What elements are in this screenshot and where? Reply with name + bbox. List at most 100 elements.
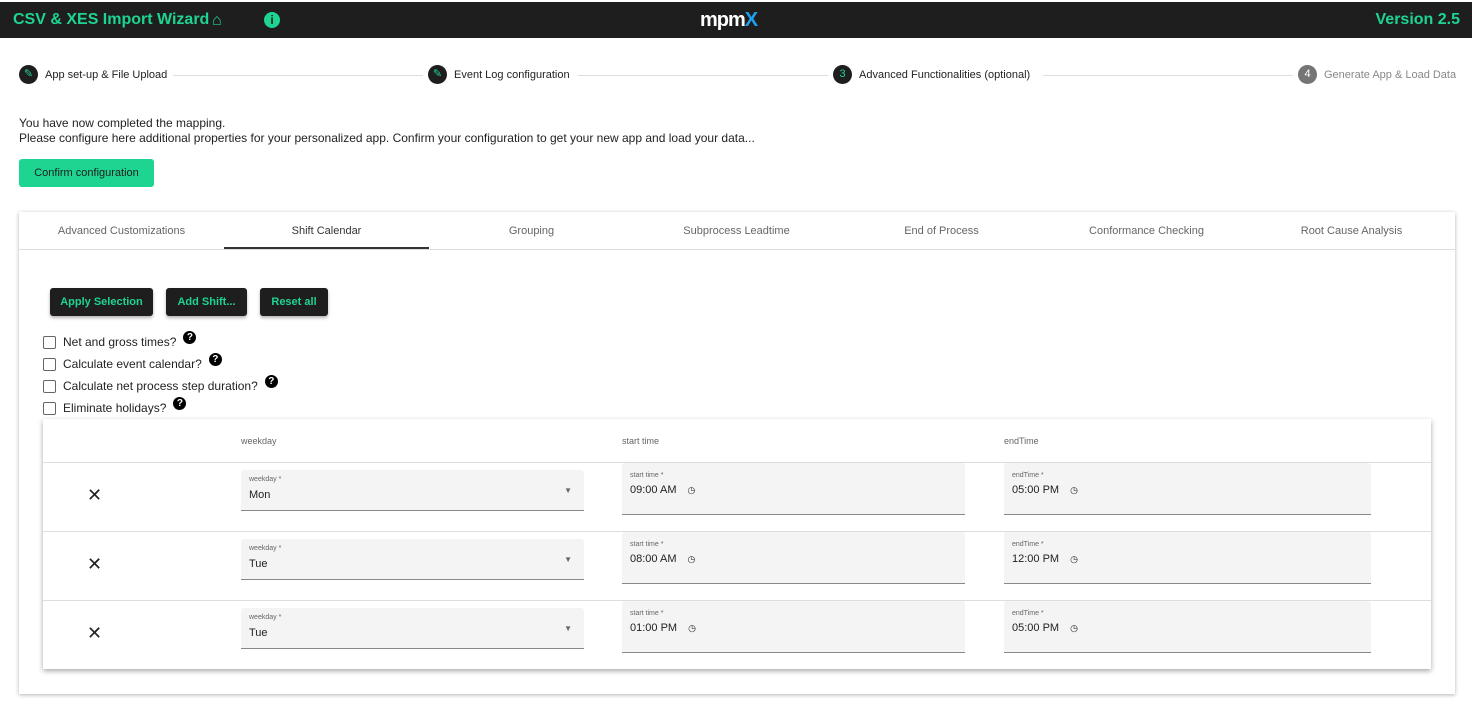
checkbox[interactable] — [43, 335, 56, 349]
clock-icon[interactable]: ◷ — [1070, 623, 1078, 633]
field-label: endTime * — [1012, 610, 1044, 617]
weekday-select[interactable]: weekday * Tue ▼ — [241, 608, 584, 649]
clock-icon[interactable]: ◷ — [1070, 485, 1078, 495]
help-icon[interactable]: ? — [173, 396, 187, 410]
logo: mpmX — [700, 9, 758, 31]
field-value: Mon — [249, 489, 271, 501]
column-header-start-time: start time — [622, 436, 660, 446]
time-value: 08:00 AM — [630, 553, 677, 565]
end-time-input[interactable]: endTime * 12:00 PM ◷ — [1004, 532, 1371, 584]
option-label: Calculate net process step duration? — [63, 379, 258, 393]
field-label: start time * — [630, 472, 664, 479]
field-label: weekday * — [249, 614, 282, 621]
tab-bar: Advanced Customizations Shift Calendar G… — [19, 212, 1455, 250]
step-4[interactable]: 4 Generate App & Load Data — [1298, 65, 1456, 84]
step-1[interactable]: ✎ App set-up & File Upload — [19, 65, 167, 84]
field-label: weekday * — [249, 476, 282, 483]
message-line: Please configure here additional propert… — [19, 131, 755, 145]
info-icon[interactable]: i — [264, 12, 280, 28]
option-event-calendar[interactable]: Calculate event calendar?? — [43, 352, 222, 371]
tab-root-cause-analysis[interactable]: Root Cause Analysis — [1249, 212, 1454, 249]
step-label: App set-up & File Upload — [45, 68, 168, 81]
clock-icon[interactable]: ◷ — [688, 554, 696, 564]
clock-icon[interactable]: ◷ — [1070, 554, 1078, 564]
close-icon[interactable]: ✕ — [87, 623, 102, 644]
field-value: Tue — [249, 627, 268, 639]
field-label: start time * — [630, 610, 664, 617]
field-label: endTime * — [1012, 472, 1044, 479]
step-3[interactable]: 3 Advanced Functionalities (optional) — [833, 65, 1030, 84]
tab-advanced-customizations[interactable]: Advanced Customizations — [19, 212, 224, 249]
field-value: Tue — [249, 558, 268, 570]
table-row: ✕ weekday * Tue ▼ start time * 01:00 PM ◷ e… — [43, 600, 1431, 669]
field-value: 12:00 PM ◷ — [1012, 553, 1078, 565]
field-label: endTime * — [1012, 541, 1044, 548]
stepper-divider — [173, 75, 423, 76]
instructions: You have now completed the mapping. Pleas… — [19, 116, 755, 146]
help-icon[interactable]: ? — [208, 352, 222, 366]
clock-icon[interactable]: ◷ — [688, 623, 696, 633]
option-eliminate-holidays[interactable]: Eliminate holidays?? — [43, 396, 187, 415]
step-number: 3 — [833, 65, 852, 84]
dropdown-arrow-icon: ▼ — [564, 624, 572, 633]
field-value: 05:00 PM ◷ — [1012, 622, 1078, 634]
table-row: ✕ weekday * Tue ▼ start time * 08:00 AM ◷ e… — [43, 531, 1431, 600]
pencil-icon: ✎ — [428, 65, 447, 84]
reset-all-button[interactable]: Reset all — [260, 288, 328, 316]
tab-conformance-checking[interactable]: Conformance Checking — [1044, 212, 1249, 249]
apply-selection-button[interactable]: Apply Selection — [50, 288, 153, 316]
app-title: CSV & XES Import Wizard — [13, 11, 210, 28]
confirm-configuration-button[interactable]: Confirm configuration — [19, 159, 154, 187]
start-time-input[interactable]: start time * 01:00 PM ◷ — [622, 601, 965, 653]
step-2[interactable]: ✎ Event Log configuration — [428, 65, 570, 84]
time-value: 01:00 PM — [630, 622, 678, 634]
option-net-gross[interactable]: Net and gross times?? — [43, 330, 197, 349]
time-value: 05:00 PM — [1012, 484, 1060, 496]
field-value: 09:00 AM ◷ — [630, 484, 695, 496]
dropdown-arrow-icon: ▼ — [564, 486, 572, 495]
step-label: Advanced Functionalities (optional) — [859, 68, 1031, 81]
field-value: 08:00 AM ◷ — [630, 553, 695, 565]
field-value: 05:00 PM ◷ — [1012, 484, 1078, 496]
start-time-input[interactable]: start time * 09:00 AM ◷ — [622, 463, 965, 515]
checkbox[interactable] — [43, 357, 56, 371]
help-icon[interactable]: ? — [264, 374, 278, 388]
checkbox[interactable] — [43, 379, 56, 393]
field-value: 01:00 PM ◷ — [630, 622, 696, 634]
column-header-end-time: endTime — [1004, 436, 1039, 446]
checkbox[interactable] — [43, 401, 56, 415]
close-icon[interactable]: ✕ — [87, 554, 102, 575]
tab-subprocess-leadtime[interactable]: Subprocess Leadtime — [634, 212, 839, 249]
start-time-input[interactable]: start time * 08:00 AM ◷ — [622, 532, 965, 584]
app-header: CSV & XES Import Wizard ⌂ i mpmX Version… — [0, 2, 1472, 38]
step-label: Event Log configuration — [454, 68, 570, 81]
option-label: Eliminate holidays? — [63, 401, 167, 415]
close-icon[interactable]: ✕ — [87, 485, 102, 506]
option-net-step-duration[interactable]: Calculate net process step duration?? — [43, 374, 278, 393]
pencil-icon: ✎ — [19, 65, 38, 84]
message-line: You have now completed the mapping. — [19, 116, 226, 130]
time-value: 05:00 PM — [1012, 622, 1060, 634]
tab-end-of-process[interactable]: End of Process — [839, 212, 1044, 249]
time-value: 12:00 PM — [1012, 553, 1060, 565]
step-number: 4 — [1298, 65, 1317, 84]
option-label: Calculate event calendar? — [63, 357, 202, 371]
column-header-weekday: weekday — [241, 436, 277, 446]
end-time-input[interactable]: endTime * 05:00 PM ◷ — [1004, 463, 1371, 515]
end-time-input[interactable]: endTime * 05:00 PM ◷ — [1004, 601, 1371, 653]
clock-icon[interactable]: ◷ — [688, 485, 696, 495]
dropdown-arrow-icon: ▼ — [564, 555, 572, 564]
field-label: start time * — [630, 541, 664, 548]
table-row: ✕ weekday * Mon ▼ start time * 09:00 AM ◷ e… — [43, 462, 1431, 531]
tab-shift-calendar[interactable]: Shift Calendar — [224, 212, 429, 249]
help-icon[interactable]: ? — [183, 330, 197, 344]
field-label: weekday * — [249, 545, 282, 552]
stepper-divider — [578, 75, 828, 76]
home-icon[interactable]: ⌂ — [212, 12, 222, 30]
weekday-select[interactable]: weekday * Mon ▼ — [241, 470, 584, 511]
config-card: Advanced Customizations Shift Calendar G… — [19, 212, 1455, 694]
tab-grouping[interactable]: Grouping — [429, 212, 634, 249]
weekday-select[interactable]: weekday * Tue ▼ — [241, 539, 584, 580]
add-shift-button[interactable]: Add Shift... — [166, 288, 247, 316]
version-label: Version 2.5 — [1375, 11, 1461, 28]
